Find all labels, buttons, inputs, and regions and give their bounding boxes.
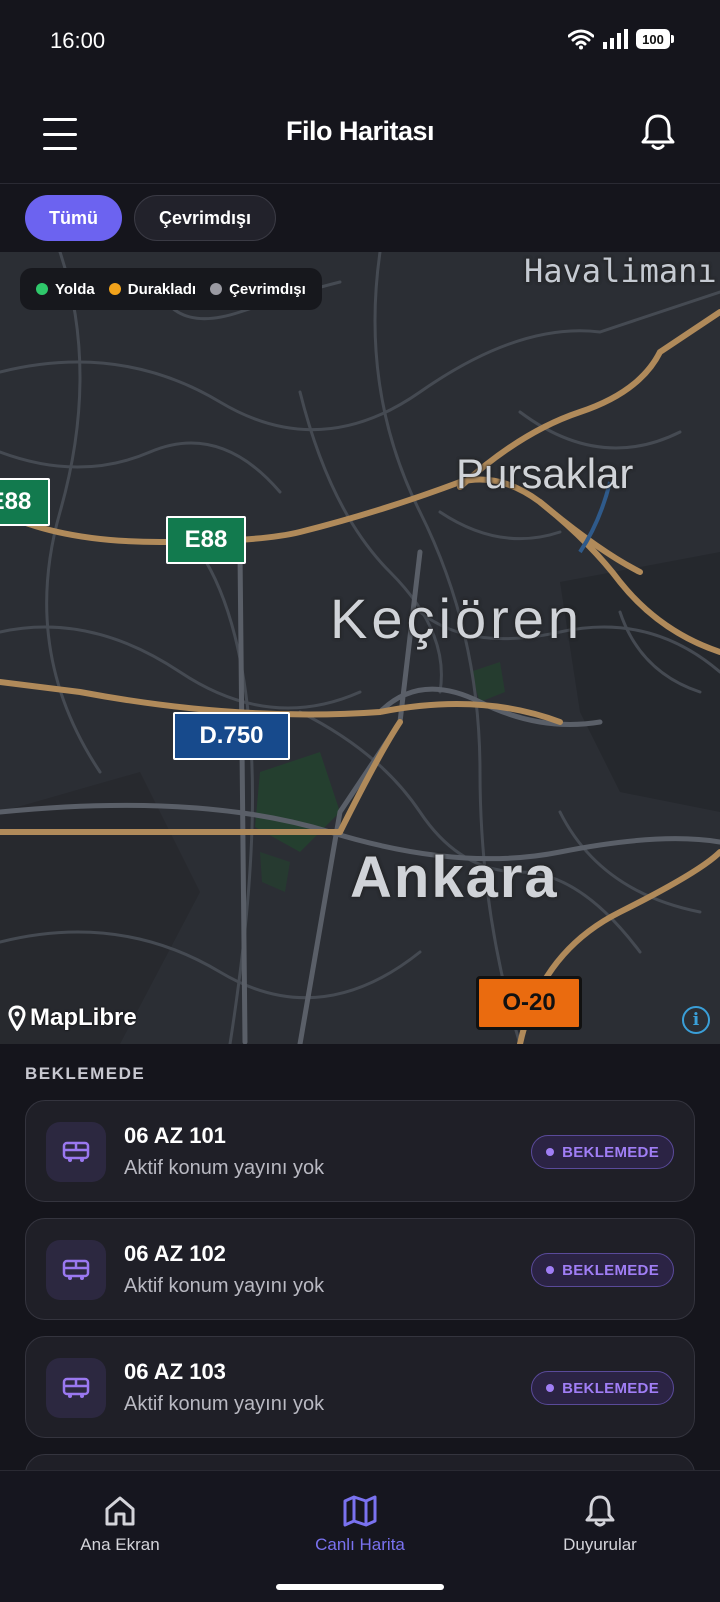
legend-label: Çevrimdışı (229, 280, 306, 298)
home-icon (105, 1496, 135, 1526)
nav-item-announcements[interactable]: Duyurular (500, 1493, 700, 1555)
status-badge: BEKLEMEDE (531, 1135, 674, 1169)
status-dot (546, 1148, 555, 1156)
status-time: 16:00 (50, 28, 106, 53)
app-header: Filo Haritası (0, 84, 720, 184)
vehicle-card-partial[interactable] (25, 1454, 695, 1470)
status-badge-label: BEKLEMEDE (562, 1143, 659, 1161)
bell-icon (585, 1495, 615, 1527)
vehicle-icon-box (46, 1240, 106, 1300)
signal-icon (603, 29, 628, 49)
vehicle-subtitle: Aktif konum yayını yok (124, 1275, 325, 1297)
vehicle-card[interactable]: 06 AZ 102 Aktif konum yayını yok BEKLEME… (25, 1218, 695, 1320)
bus-icon (62, 1259, 90, 1280)
vehicle-plate: 06 AZ 102 (124, 1241, 226, 1266)
vehicle-plate: 06 AZ 103 (124, 1359, 226, 1384)
filter-chip-all[interactable]: Tümü (25, 195, 122, 241)
legend-label: Durakladı (127, 280, 197, 298)
status-dot (546, 1384, 555, 1392)
legend-item-offline: Çevrimdışı (210, 281, 306, 298)
map-label-ankara: Ankara (350, 845, 559, 910)
road-shield-o20: O-20 (476, 976, 582, 1030)
maplibre-attribution[interactable]: MapLibre (8, 1004, 137, 1032)
road-shield-e88-left: E88 (0, 478, 50, 526)
section-title: BEKLEMEDE (25, 1064, 146, 1083)
vehicle-plate: 06 AZ 101 (124, 1123, 226, 1148)
vehicle-subtitle: Aktif konum yayını yok (124, 1157, 325, 1179)
vehicle-card[interactable]: 06 AZ 103 Aktif konum yayını yok BEKLEME… (25, 1336, 695, 1438)
filter-chips: Tümü Çevrimdışı (0, 184, 720, 252)
map-icon (343, 1495, 377, 1527)
filter-chip-offline[interactable]: Çevrimdışı (134, 195, 277, 241)
page-title: Filo Haritası (285, 116, 435, 146)
status-badge-label: BEKLEMEDE (562, 1379, 659, 1397)
nav-label: Canlı Harita (315, 1535, 405, 1554)
map-label-havalimani: Havalimanı (524, 252, 717, 290)
vehicle-subtitle: Aktif konum yayını yok (124, 1393, 325, 1415)
nav-label: Ana Ekran (80, 1535, 160, 1554)
status-badge: BEKLEMEDE (531, 1371, 674, 1405)
legend-item-on-road: Yolda (36, 281, 95, 298)
status-icons: 100 (568, 28, 674, 50)
status-dot-gray (210, 283, 223, 295)
legend-label: Yolda (55, 280, 95, 298)
battery-icon: 100 (636, 29, 674, 49)
maplibre-label: MapLibre (30, 1004, 137, 1031)
vehicle-list: BEKLEMEDE 06 AZ 101 Aktif konum yayını y… (0, 1044, 720, 1470)
map-pin-icon (8, 1005, 26, 1031)
bottom-navigation: Ana Ekran Canlı Harita Duyurular (0, 1470, 720, 1602)
map-label-kecioren: Keçiören (330, 587, 584, 650)
menu-icon-line (43, 147, 77, 150)
map-label-pursaklar: Pursaklar (456, 450, 634, 497)
legend-item-stopped: Durakladı (108, 280, 197, 298)
map-legend: Yolda Durakladı Çevrimdışı (20, 268, 322, 310)
fleet-map[interactable]: Yolda Durakladı Çevrimdışı Havalimanı Pu… (0, 252, 720, 1044)
vehicle-card[interactable]: 06 AZ 101 Aktif konum yayını yok BEKLEME… (25, 1100, 695, 1202)
bus-icon (62, 1141, 90, 1162)
nav-item-home[interactable]: Ana Ekran (20, 1493, 220, 1555)
road-shield-d750: D.750 (173, 712, 290, 760)
vehicle-icon-box (46, 1122, 106, 1182)
status-dot-green (36, 283, 48, 295)
nav-item-live-map[interactable]: Canlı Harita (260, 1493, 460, 1555)
info-icon[interactable]: i (682, 1006, 710, 1034)
home-indicator[interactable] (276, 1584, 444, 1590)
wifi-icon (568, 29, 594, 50)
bus-icon (62, 1377, 90, 1398)
status-dot-orange (108, 283, 121, 295)
bell-icon (641, 114, 675, 150)
status-dot (546, 1266, 555, 1274)
status-bar: 16:00 100 (0, 0, 720, 84)
road-shield-e88: E88 (166, 516, 246, 564)
nav-label: Duyurular (563, 1535, 637, 1554)
status-badge-label: BEKLEMEDE (562, 1261, 659, 1279)
notifications-button[interactable] (636, 110, 680, 154)
status-badge: BEKLEMEDE (531, 1253, 674, 1287)
vehicle-icon-box (46, 1358, 106, 1418)
